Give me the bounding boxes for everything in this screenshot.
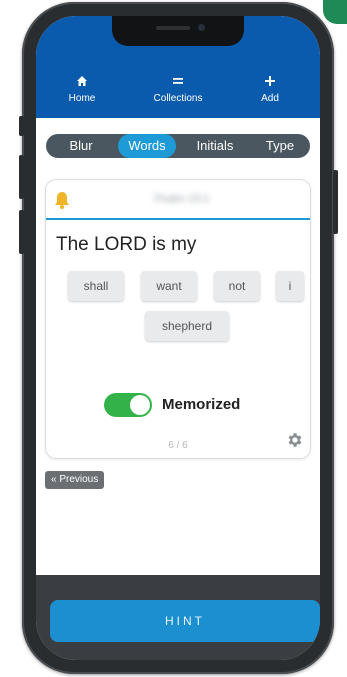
gear-icon[interactable] — [286, 431, 304, 449]
hint-button[interactable]: HINT — [50, 600, 320, 642]
toggle-knob — [130, 395, 150, 415]
menu-icon — [138, 74, 218, 90]
phone-notch — [112, 16, 244, 46]
app-screen: Home Collections Add Blur Words Initials… — [36, 16, 320, 660]
tab-blur[interactable]: Blur — [54, 134, 108, 158]
phone-mute-switch — [19, 116, 24, 136]
verse-card: Psalm 23:1 The LORD is my shall want not… — [46, 180, 310, 458]
nav-add-label: Add — [261, 93, 279, 104]
nav-collections-label: Collections — [153, 93, 203, 104]
plus-icon — [230, 74, 310, 90]
phone-volume-up — [19, 155, 24, 199]
camera-icon — [198, 24, 205, 31]
verse-counter: 6 / 6 — [168, 440, 188, 451]
home-icon — [42, 74, 122, 90]
nav-home[interactable]: Home — [42, 74, 122, 104]
nav-home-label: Home — [68, 93, 96, 104]
nav-collections[interactable]: Collections — [138, 74, 218, 104]
bell-icon[interactable] — [54, 191, 70, 209]
word-chip-shepherd[interactable]: shepherd — [145, 311, 229, 341]
mode-selector: Blur Words Initials Type — [46, 134, 310, 158]
nav-add[interactable]: Add — [230, 74, 310, 104]
tab-words[interactable]: Words — [118, 134, 176, 158]
memorized-toggle[interactable] — [104, 393, 152, 417]
memorized-label: Memorized — [162, 396, 241, 413]
phone-power-button — [333, 170, 338, 234]
word-chip-not[interactable]: not — [214, 271, 260, 301]
word-chip-want[interactable]: want — [141, 271, 197, 301]
verse-text: The LORD is my — [56, 234, 197, 255]
tab-type[interactable]: Type — [254, 134, 306, 158]
tab-initials[interactable]: Initials — [184, 134, 246, 158]
previous-button[interactable]: « Previous — [45, 471, 105, 489]
verse-reference: Psalm 23:1 — [154, 193, 210, 205]
word-chip-shall[interactable]: shall — [68, 271, 124, 301]
phone-volume-down — [19, 210, 24, 254]
background-accent — [323, 0, 347, 24]
speaker-grille — [156, 26, 190, 30]
word-chip-i[interactable]: i — [276, 271, 304, 301]
card-header: Psalm 23:1 — [46, 180, 310, 220]
